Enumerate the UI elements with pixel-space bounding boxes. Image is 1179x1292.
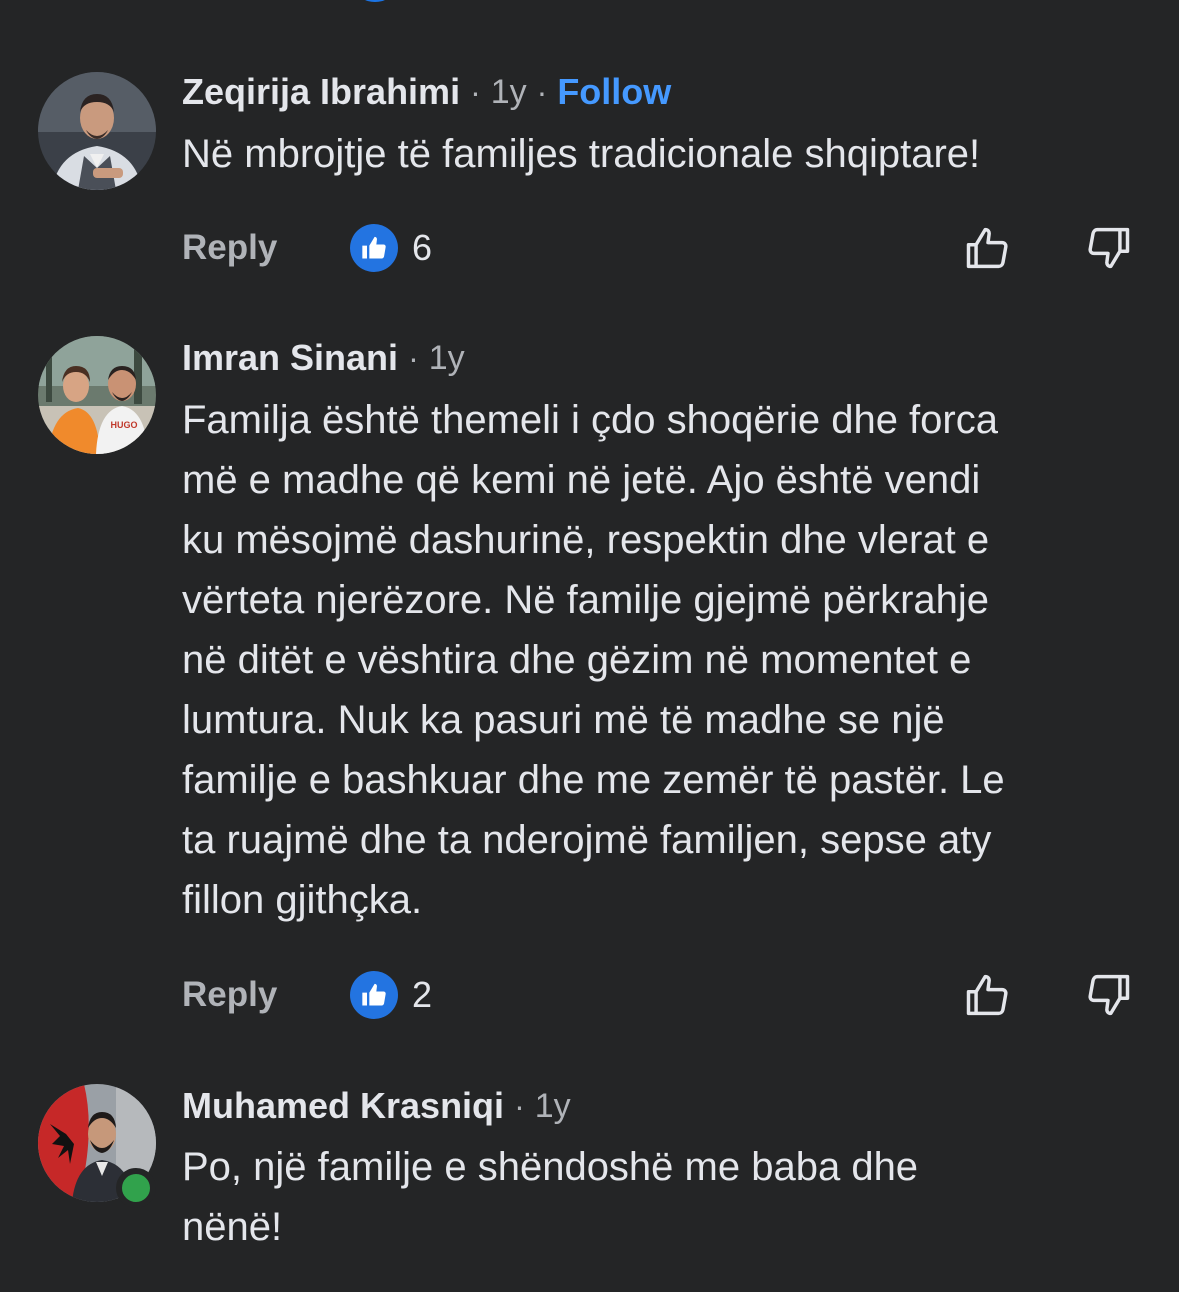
previous-comment-actions-cropped xyxy=(0,0,1179,2)
comment-header: Imran Sinani · 1y xyxy=(182,334,465,382)
comment-text: Po, një familje e shëndoshë me baba dhe … xyxy=(182,1145,919,1249)
thumbs-down-outline-icon[interactable] xyxy=(1082,969,1134,1021)
like-badge-cropped xyxy=(357,0,393,2)
separator-dot: · xyxy=(408,339,419,376)
reply-button[interactable]: Reply xyxy=(182,222,277,274)
separator-dot: · xyxy=(536,73,548,110)
thumbs-up-icon xyxy=(350,971,398,1019)
like-count[interactable]: 6 xyxy=(412,222,432,274)
author-name[interactable]: Muhamed Krasniqi xyxy=(182,1085,504,1127)
thumbs-up-outline-icon[interactable] xyxy=(962,222,1014,274)
comment-text: Në mbrojtje të familjes tradicionale shq… xyxy=(182,132,981,176)
author-name[interactable]: Imran Sinani xyxy=(182,337,398,379)
thumbs-down-outline-icon[interactable] xyxy=(1082,222,1134,274)
comment-text: Familja është themeli i çdo shoqërie dhe… xyxy=(182,398,1005,922)
thumbs-up-outline-icon[interactable] xyxy=(962,969,1014,1021)
avatar[interactable]: HUGO xyxy=(38,336,156,454)
separator-dot: · xyxy=(470,73,481,110)
avatar-shirt-print: HUGO xyxy=(111,420,138,430)
comment-actions: Reply 6 xyxy=(0,222,1179,274)
follow-button[interactable]: Follow xyxy=(557,71,671,113)
timestamp[interactable]: 1y xyxy=(535,1087,571,1126)
avatar[interactable] xyxy=(38,72,156,190)
comment-header: Zeqirija Ibrahimi · 1y · Follow xyxy=(182,68,671,116)
online-status-indicator xyxy=(116,1168,156,1208)
comment-actions: Reply 2 xyxy=(0,969,1179,1021)
like-count[interactable]: 2 xyxy=(412,969,432,1021)
timestamp[interactable]: 1y xyxy=(429,339,465,378)
timestamp[interactable]: 1y xyxy=(491,73,527,112)
comment-header: Muhamed Krasniqi · 1y xyxy=(182,1082,571,1130)
thumbs-up-icon xyxy=(350,224,398,272)
author-name[interactable]: Zeqirija Ibrahimi xyxy=(182,71,460,113)
reply-button[interactable]: Reply xyxy=(182,969,277,1021)
comments-screen: Zeqirija Ibrahimi · 1y · Follow Në mbroj… xyxy=(0,0,1179,1292)
separator-dot: · xyxy=(514,1087,525,1124)
